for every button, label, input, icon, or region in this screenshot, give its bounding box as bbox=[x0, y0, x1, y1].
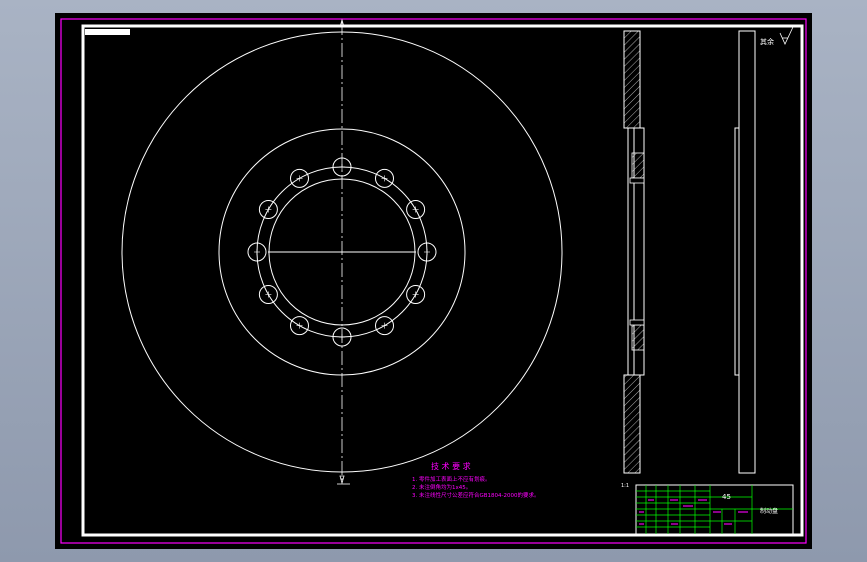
side-view[interactable] bbox=[734, 30, 756, 474]
tech-requirements-title: 技 术 要 求 bbox=[431, 461, 471, 471]
tech-requirements: 技 术 要 求 1. 零件加工表面上不应有划痕。 2. 未注倒角均为1x45。 … bbox=[412, 461, 540, 499]
tech-requirement-line-3: 3. 未注线性尺寸公差应符合GB1804-2000的要求。 bbox=[412, 491, 540, 499]
side-view-hub bbox=[734, 127, 740, 376]
title-block[interactable]: 1:1 45 制动盘 bbox=[621, 483, 794, 535]
tech-requirement-line-2: 2. 未注倒角均为1x45。 bbox=[412, 483, 471, 491]
corner-tag bbox=[85, 29, 130, 35]
section-hub-hole-lower bbox=[629, 319, 645, 326]
inner-white-border bbox=[81, 24, 804, 537]
material-value: 45 bbox=[722, 493, 731, 501]
section-hub-hatch-lower bbox=[631, 324, 645, 351]
cad-viewport[interactable]: 其余 技 术 要 求 1. 零件加工表面上不应有划痕。 2. 未注倒角均为1x4… bbox=[55, 13, 812, 549]
drawing-canvas[interactable]: 其余 技 术 要 求 1. 零件加工表面上不应有划痕。 2. 未注倒角均为1x4… bbox=[55, 13, 812, 549]
side-view-disc bbox=[738, 30, 756, 474]
part-name: 制动盘 bbox=[760, 507, 778, 515]
front-view[interactable] bbox=[121, 18, 563, 485]
section-view[interactable] bbox=[623, 30, 645, 474]
section-hub-hole-upper bbox=[629, 177, 645, 184]
roughness-note-text: 其余 bbox=[760, 37, 774, 46]
section-lower-wall bbox=[623, 374, 641, 474]
section-hub-hatch-upper bbox=[631, 152, 645, 179]
tech-requirement-line-1: 1. 零件加工表面上不应有划痕。 bbox=[412, 475, 491, 483]
roughness-symbol: 其余 bbox=[760, 26, 794, 46]
scale-note: 1:1 bbox=[621, 483, 629, 489]
section-upper-wall bbox=[623, 30, 641, 129]
